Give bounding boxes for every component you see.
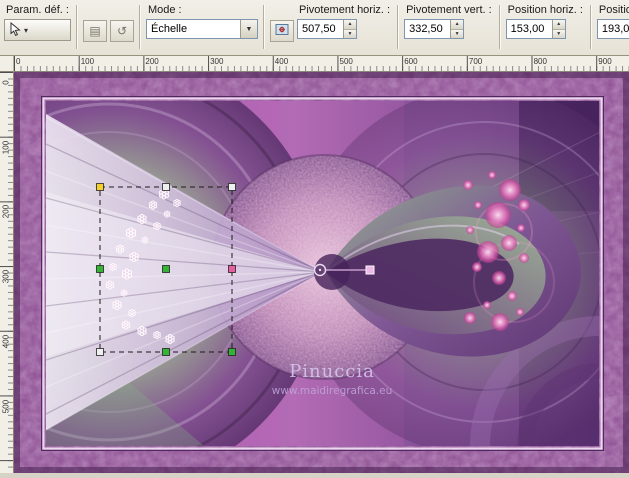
toolbar-separator: [498, 5, 501, 49]
selection-handle[interactable]: [96, 348, 104, 356]
spin-down-button[interactable]: ▼: [451, 29, 464, 38]
spin-up-button[interactable]: ▲: [343, 20, 356, 30]
chevron-down-icon: ▾: [24, 25, 29, 35]
pivot-horiz-value: 507,50: [301, 23, 336, 35]
artwork-layers: Pinuccia www.maidiregrafica.eu: [46, 101, 599, 446]
ruler-tick-label: 400: [1, 334, 11, 348]
spin-down-button[interactable]: ▼: [343, 29, 356, 38]
presets-label: Param. déf. :: [6, 4, 69, 16]
ruler-tick-label: 200: [145, 57, 159, 66]
combo-arrow-icon: ▼: [239, 20, 257, 38]
ruler-tick-label: 500: [1, 399, 11, 413]
selection-handle[interactable]: [96, 183, 104, 191]
pick-tool-icon: [9, 21, 22, 39]
pivot-center-button[interactable]: [269, 20, 294, 42]
ruler-tick-label: 900: [598, 57, 612, 66]
position-horiz-input[interactable]: 153,00 ▲ ▼: [505, 19, 566, 39]
spin-down-button[interactable]: ▼: [552, 29, 565, 38]
ruler-tick-label: 0: [1, 80, 11, 85]
spin-up-button[interactable]: ▲: [451, 20, 464, 30]
ruler-tick-label: 600: [404, 57, 418, 66]
position-vert-input[interactable]: 193,00 ▲ ▼: [596, 19, 629, 39]
ruler-tick-label: 300: [1, 269, 11, 284]
ruler-tick-label: 800: [533, 57, 547, 66]
preset-list-button[interactable]: ▤: [82, 20, 107, 42]
position-vert-label: Position vert. :: [598, 4, 629, 16]
mode-label: Mode :: [147, 4, 182, 16]
ruler-tick-label: 200: [1, 205, 11, 219]
ruler-tick-label: 0: [16, 57, 21, 66]
ruler-tick-label: 500: [339, 57, 353, 66]
spin-up-button[interactable]: ▲: [552, 20, 565, 30]
canvas-image[interactable]: Pinuccia www.maidiregrafica.eu: [14, 72, 629, 473]
toolbar-separator: [397, 5, 400, 49]
mode-value: Échelle: [150, 23, 188, 35]
canvas-artwork[interactable]: Pinuccia www.maidiregrafica.eu: [14, 72, 629, 473]
presets-group: Param. déf. : ▾: [4, 3, 71, 41]
toolbar-separator: [262, 5, 265, 49]
preset-list-icon: ▤: [89, 24, 101, 38]
position-horiz-value: 153,00: [510, 23, 545, 35]
pivot-vert-input[interactable]: 332,50 ▲ ▼: [404, 19, 465, 39]
position-horiz-label: Position horiz. :: [507, 4, 583, 16]
ruler-horizontal[interactable]: 0 100 200 300 400 500 600 700 800 900: [14, 56, 629, 72]
pivot-arm-handle[interactable]: [365, 265, 375, 275]
selection-handle[interactable]: [228, 265, 236, 273]
pivot-horiz-input[interactable]: 507,50 ▲ ▼: [296, 19, 357, 39]
position-vert-group: Position vert. : 193,00 ▲ ▼: [596, 3, 629, 39]
reset-button[interactable]: ↺: [109, 20, 134, 42]
tool-options-bar: Param. déf. : ▾ ▤ ↺ Mode : Échelle ▼ Piv…: [0, 0, 629, 56]
toolbar-separator: [589, 5, 592, 49]
selection-handle[interactable]: [228, 348, 236, 356]
position-horiz-group: Position horiz. : 153,00 ▲ ▼: [505, 3, 585, 39]
pivot-vert-value: 332,50: [409, 23, 443, 35]
ruler-tick-label: 400: [274, 57, 289, 66]
toolbar-separator: [138, 5, 141, 49]
ruler-tick-label: 700: [468, 57, 483, 66]
selection-handle[interactable]: [162, 183, 170, 191]
ruler-tick-label: 100: [80, 57, 95, 66]
pivot-vert-group: Pivotement vert. : 332,50 ▲ ▼: [404, 3, 494, 39]
selection-handle[interactable]: [228, 183, 236, 191]
pivot-horiz-group: Pivotement horiz. : 507,50 ▲ ▼: [296, 3, 392, 39]
selection-handle[interactable]: [162, 348, 170, 356]
watermark-title: Pinuccia: [289, 361, 375, 382]
ruler-corner: [0, 56, 14, 72]
reset-icon: ↺: [116, 24, 128, 38]
mode-select[interactable]: Échelle ▼: [145, 19, 258, 39]
preset-buttons: ▤ ↺: [82, 20, 134, 42]
ruler-vertical[interactable]: 0 100 200 300 400 500: [0, 72, 14, 473]
selection-handle[interactable]: [162, 265, 170, 273]
mode-group: Mode : Échelle ▼: [145, 3, 258, 39]
watermark-url: www.maidiregrafica.eu: [272, 385, 393, 397]
pivot-center-icon: [275, 23, 289, 39]
selection-handle[interactable]: [96, 265, 104, 273]
presets-dropdown-button[interactable]: ▾: [4, 19, 71, 41]
position-vert-value: 193,00: [601, 23, 629, 35]
toolbar-separator: [75, 5, 78, 49]
pivot-horiz-label: Pivotement horiz. :: [298, 4, 391, 16]
pivot-vert-label: Pivotement vert. :: [406, 4, 492, 16]
ruler-tick-label: 300: [210, 57, 224, 66]
ruler-tick-label: 100: [1, 140, 11, 154]
